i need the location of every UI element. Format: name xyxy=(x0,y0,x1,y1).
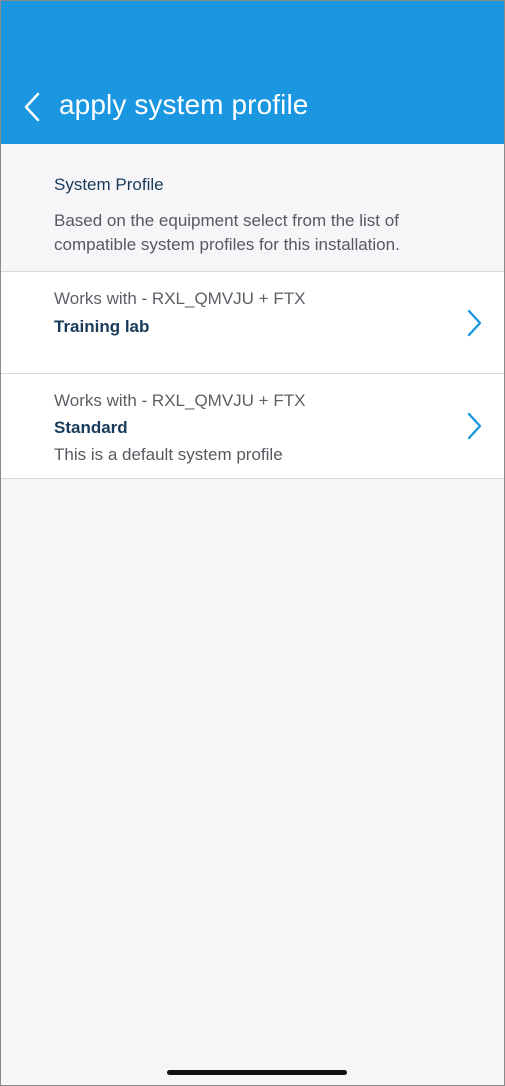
works-with-label: Works with - RXL_QMVJU + FTX xyxy=(54,289,306,308)
profile-name: Standard xyxy=(54,418,128,437)
app-screen: apply system profile System Profile Base… xyxy=(0,0,505,1086)
section-title: System Profile xyxy=(54,175,164,194)
section-description: Based on the equipment select from the l… xyxy=(54,211,400,254)
profile-item-standard[interactable]: Works with - RXL_QMVJU + FTX Standard Th… xyxy=(1,374,504,478)
chevron-right-icon xyxy=(467,412,482,440)
works-with-label: Works with - RXL_QMVJU + FTX xyxy=(54,391,306,410)
chevron-right-icon xyxy=(467,309,482,337)
profile-note: This is a default system profile xyxy=(54,445,283,464)
profile-name: Training lab xyxy=(54,317,150,336)
app-header: apply system profile xyxy=(1,1,504,144)
page-title: apply system profile xyxy=(59,89,309,120)
chevron-left-icon xyxy=(24,92,40,122)
home-indicator[interactable] xyxy=(167,1070,347,1075)
back-button[interactable] xyxy=(15,87,49,127)
profile-item-training-lab[interactable]: Works with - RXL_QMVJU + FTX Training la… xyxy=(1,272,504,373)
divider xyxy=(1,478,504,479)
